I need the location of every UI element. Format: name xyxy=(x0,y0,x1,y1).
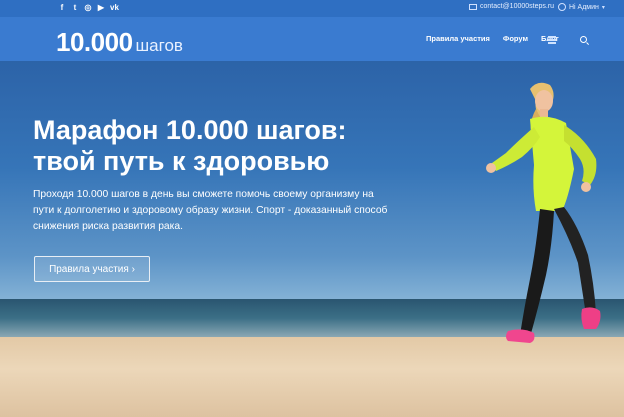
logo-number: 10.000 xyxy=(56,27,133,57)
user-greeting[interactable]: Hi Админ xyxy=(569,4,599,11)
hero-text-line-1: Проходя 10.000 шагов в день вы сможете п… xyxy=(33,189,374,200)
instagram-icon[interactable]: ◎ xyxy=(84,2,92,14)
twitter-icon[interactable]: t xyxy=(71,2,79,14)
chevron-down-icon: ▾ xyxy=(601,4,605,11)
sand-background xyxy=(0,337,624,417)
rules-cta-button[interactable]: Правила участия › xyxy=(34,256,150,282)
contact-email-link[interactable]: contact@10000steps.ru xyxy=(469,3,554,10)
search-icon[interactable] xyxy=(580,36,587,43)
contact-email[interactable]: contact@10000steps.ru xyxy=(480,3,554,10)
nav-item-forum[interactable]: Форум xyxy=(503,34,528,43)
main-nav: Правила участия Форум Блог xyxy=(426,34,559,43)
site-header: 10.000 шагов Правила участия Форум Блог xyxy=(0,17,624,61)
youtube-icon[interactable]: ▶ xyxy=(97,2,105,14)
hero-title-line-2: твой путь к здоровью xyxy=(33,146,330,176)
hero-banner: Марафон 10.000 шагов: твой путь к здоров… xyxy=(0,61,624,417)
envelope-icon xyxy=(469,3,477,10)
vk-icon[interactable]: vk xyxy=(110,2,119,14)
hero-description: Проходя 10.000 шагов в день вы сможете п… xyxy=(33,187,393,235)
runner-image xyxy=(486,82,601,343)
hero-title-line-1: Марафон 10.000 шагов: xyxy=(33,115,347,145)
hero-title: Марафон 10.000 шагов: твой путь к здоров… xyxy=(33,115,433,177)
user-icon xyxy=(558,3,566,11)
hamburger-menu-icon[interactable] xyxy=(548,36,556,44)
logo-word: шагов xyxy=(135,36,183,55)
user-menu[interactable]: Hi Админ ▾ xyxy=(558,3,605,11)
top-bar: f t ◎ ▶ vk contact@10000steps.ru Hi Адми… xyxy=(0,0,624,17)
social-links: f t ◎ ▶ vk xyxy=(58,2,119,14)
nav-item-rules[interactable]: Правила участия xyxy=(426,34,490,43)
hero-text-line-3: снижения риска развития рака. xyxy=(33,221,183,232)
site-logo[interactable]: 10.000 шагов xyxy=(56,27,183,58)
hero-text-line-2: пути к долголетию и здоровому образу жиз… xyxy=(33,205,388,216)
facebook-icon[interactable]: f xyxy=(58,2,66,14)
